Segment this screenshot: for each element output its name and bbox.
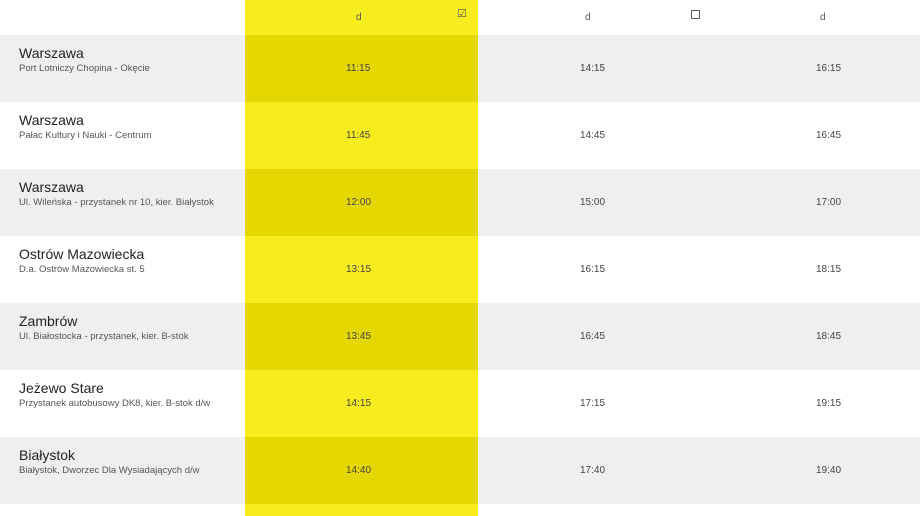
stop-info: Warszawa Pałac Kultury i Nauki - Centrum: [19, 112, 239, 143]
stop-name: Ostrów Mazowiecka: [19, 246, 145, 262]
departure-time: 19:40: [816, 465, 842, 476]
stop-name: Warszawa: [19, 45, 84, 61]
stop-name: Jeżewo Stare: [19, 380, 104, 396]
stop-name: Warszawa: [19, 112, 84, 128]
timetable: d ☑ d d Warszawa Port Lotniczy Chopina -…: [0, 0, 920, 516]
stop-name: Białystok: [19, 447, 76, 463]
departure-time: 16:15: [816, 63, 842, 74]
departure-time: 14:40: [346, 465, 372, 476]
departure-time: 12:00: [346, 197, 372, 208]
stop-info: Białystok Białystok, Dworzec Dla Wysiada…: [19, 447, 239, 478]
departure-time: 16:45: [580, 331, 606, 342]
stop-row: Białystok Białystok, Dworzec Dla Wysiada…: [0, 437, 920, 504]
stop-detail: Ul. Białostocka - przystanek, kier. B-st…: [19, 331, 189, 342]
stop-row: Warszawa Port Lotniczy Chopina - Okęcie …: [0, 35, 920, 102]
stop-detail: Port Lotniczy Chopina - Okęcie: [19, 63, 150, 74]
col2-checkbox[interactable]: [691, 10, 700, 19]
stop-info: Warszawa Port Lotniczy Chopina - Okęcie: [19, 45, 239, 76]
timetable-header: d ☑ d d: [0, 0, 920, 33]
col1-checkbox-checked[interactable]: ☑: [457, 9, 467, 20]
departure-time: 17:15: [580, 398, 606, 409]
departure-time: 18:15: [816, 264, 842, 275]
stop-detail: Białystok, Dworzec Dla Wysiadających d/w: [19, 465, 200, 476]
departure-time: 15:00: [580, 197, 606, 208]
stop-name: Warszawa: [19, 179, 84, 195]
stop-detail: D.a. Ostrów Mazowiecka st. 5: [19, 264, 145, 275]
departure-time: 17:40: [580, 465, 606, 476]
stop-name: Zambrów: [19, 313, 78, 329]
stop-row: Zambrów Ul. Białostocka - przystanek, ki…: [0, 303, 920, 370]
stop-row: Warszawa Ul. Wileńska - przystanek nr 10…: [0, 169, 920, 236]
departure-time: 18:45: [816, 331, 842, 342]
departure-time: 19:15: [816, 398, 842, 409]
departure-time: 14:45: [580, 130, 606, 141]
stop-info: Zambrów Ul. Białostocka - przystanek, ki…: [19, 313, 239, 344]
col3-label: d: [820, 12, 826, 23]
departure-time: 14:15: [346, 398, 372, 409]
departure-time: 17:00: [816, 197, 842, 208]
departure-time: 11:15: [346, 63, 371, 74]
col2-label: d: [585, 12, 591, 23]
stop-row: Jeżewo Stare Przystanek autobusowy DK8, …: [0, 370, 920, 437]
stop-info: Warszawa Ul. Wileńska - przystanek nr 10…: [19, 179, 239, 210]
departure-time: 16:45: [816, 130, 842, 141]
stop-detail: Przystanek autobusowy DK8, kier. B-stok …: [19, 398, 211, 409]
departure-time: 14:15: [580, 63, 606, 74]
departure-time: 16:15: [580, 264, 606, 275]
departure-time: 11:45: [346, 130, 371, 141]
stop-info: Jeżewo Stare Przystanek autobusowy DK8, …: [19, 380, 239, 411]
col1-label: d: [356, 12, 362, 23]
stop-info: Ostrów Mazowiecka D.a. Ostrów Mazowiecka…: [19, 246, 239, 277]
departure-time: 13:45: [346, 331, 372, 342]
stop-row: Warszawa Pałac Kultury i Nauki - Centrum…: [0, 102, 920, 169]
stop-list: Warszawa Port Lotniczy Chopina - Okęcie …: [0, 35, 920, 504]
stop-detail: Pałac Kultury i Nauki - Centrum: [19, 130, 152, 141]
stop-row: Ostrów Mazowiecka D.a. Ostrów Mazowiecka…: [0, 236, 920, 303]
departure-time: 13:15: [346, 264, 372, 275]
stop-detail: Ul. Wileńska - przystanek nr 10, kier. B…: [19, 197, 214, 208]
